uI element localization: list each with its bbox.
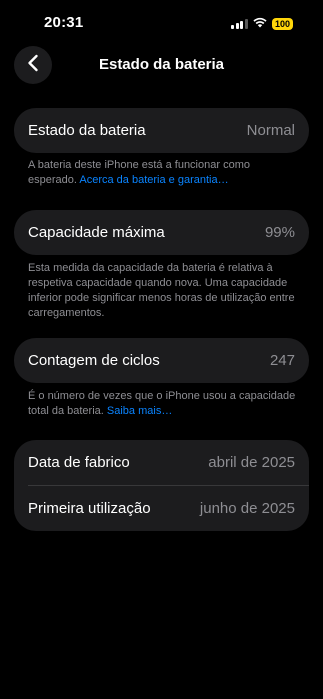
- max-capacity-value: 99%: [264, 224, 295, 241]
- battery-warranty-link[interactable]: Acerca da bateria e garantia…: [79, 174, 228, 186]
- first-use-value: junho de 2025: [199, 500, 295, 517]
- manufacture-date-value: abril de 2025: [208, 454, 295, 471]
- learn-more-link[interactable]: Saiba mais…: [107, 405, 172, 417]
- cycle-count-label: Contagem de ciclos: [28, 352, 160, 369]
- first-use-row: Primeira utilização junho de 2025: [14, 486, 309, 531]
- manufacture-date-label: Data de fabrico: [28, 454, 130, 471]
- cycle-count-row: Contagem de ciclos 247: [14, 338, 309, 383]
- battery-health-footnote: A bateria deste iPhone está a funcionar …: [28, 158, 298, 188]
- battery-health-label: Estado da bateria: [28, 122, 146, 139]
- max-capacity-footnote: Esta medida da capacidade da bateria é r…: [28, 262, 295, 319]
- status-time: 20:31: [44, 14, 84, 31]
- cycle-count-value: 247: [269, 352, 295, 369]
- max-capacity-card: Capacidade máxima 99%: [14, 210, 309, 255]
- status-icons: 100: [231, 15, 293, 33]
- battery-health-card: Estado da bateria Normal: [14, 108, 309, 153]
- first-use-label: Primeira utilização: [28, 500, 151, 517]
- cycle-count-footnote: É o número de vezes que o iPhone usou a …: [28, 389, 298, 419]
- navigation-bar: Estado da bateria: [0, 44, 323, 86]
- signal-icon: [231, 19, 248, 29]
- wifi-icon: [253, 15, 267, 33]
- status-bar: 20:31 100: [0, 0, 323, 44]
- cycle-count-card: Contagem de ciclos 247: [14, 338, 309, 383]
- battery-icon: 100: [271, 18, 293, 30]
- max-capacity-row: Capacidade máxima 99%: [14, 210, 309, 255]
- manufacture-date-row: Data de fabrico abril de 2025: [14, 440, 309, 485]
- dates-card: Data de fabrico abril de 2025 Primeira u…: [14, 440, 309, 531]
- max-capacity-label: Capacidade máxima: [28, 224, 165, 241]
- battery-health-value: Normal: [246, 122, 295, 139]
- battery-health-row: Estado da bateria Normal: [14, 108, 309, 153]
- page-title: Estado da bateria: [98, 56, 225, 73]
